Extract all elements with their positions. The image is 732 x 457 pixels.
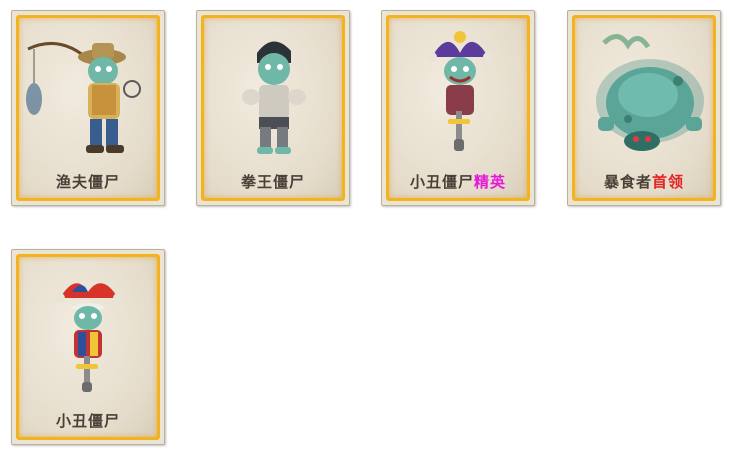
jester-zombie-icon — [427, 31, 493, 151]
zombie-name-text: 暴食者 — [603, 173, 652, 191]
zombie-card-clown[interactable]: 小丑僵尸 — [11, 249, 165, 445]
zombie-card-glutton-boss[interactable]: 暴食者首领 — [567, 10, 721, 206]
elite-tag: 精英 — [474, 173, 507, 191]
zombie-card-jester-elite[interactable]: 小丑僵尸精英 — [381, 10, 535, 206]
glutton-zombie-icon — [596, 34, 704, 151]
zombie-name-text: 小丑僵尸 — [409, 173, 474, 191]
boxer-zombie-icon — [242, 41, 306, 154]
zombie-name: 小丑僵尸精英 — [382, 171, 534, 192]
boss-tag: 首领 — [652, 173, 685, 191]
zombie-name-text: 渔夫僵尸 — [55, 173, 120, 191]
zombie-card-fisherman[interactable]: 渔夫僵尸 — [11, 10, 165, 206]
clown-zombie-icon — [55, 283, 123, 392]
zombie-card-boxer[interactable]: 拳王僵尸 — [196, 10, 350, 206]
fisherman-zombie-icon — [26, 41, 141, 153]
zombie-name: 暴食者首领 — [568, 171, 720, 192]
zombie-name-text: 拳王僵尸 — [240, 173, 305, 191]
zombie-name: 小丑僵尸 — [12, 410, 164, 431]
zombie-name: 渔夫僵尸 — [12, 171, 164, 192]
zombie-name-text: 小丑僵尸 — [55, 412, 120, 430]
zombie-name: 拳王僵尸 — [197, 171, 349, 192]
